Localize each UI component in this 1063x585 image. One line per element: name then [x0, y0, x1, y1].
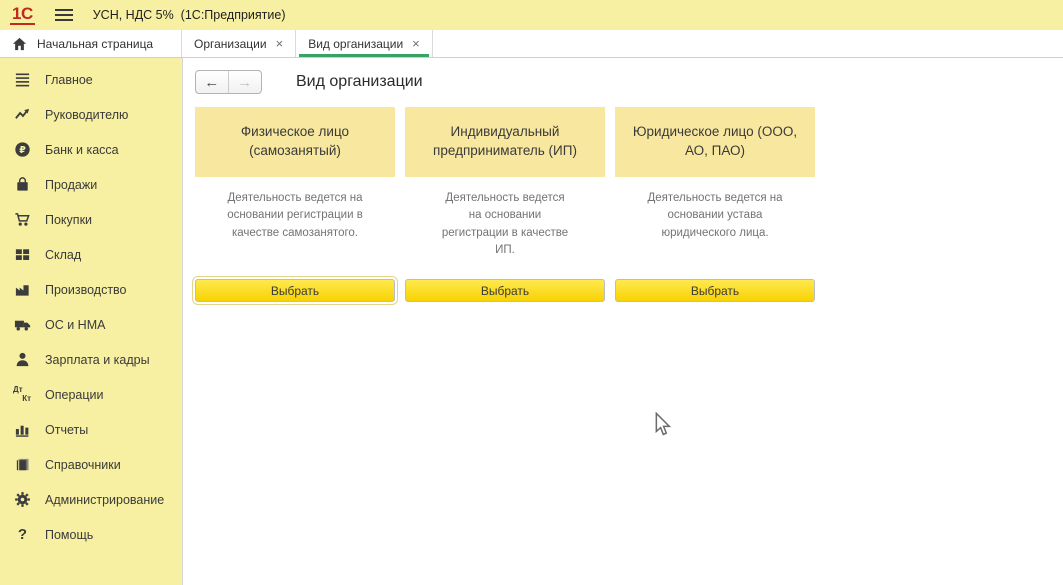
question-mark-icon: ?	[13, 525, 32, 544]
sidebar-item-production[interactable]: Производство	[0, 272, 182, 307]
card-title: Индивидуальный предприниматель (ИП)	[405, 107, 605, 177]
sidebar-item-main[interactable]: Главное	[0, 62, 182, 97]
forward-button[interactable]: →	[229, 71, 262, 93]
tab-label: Вид организации	[308, 37, 403, 51]
sidebar-item-label: Руководителю	[45, 108, 128, 122]
sidebar-item-warehouse[interactable]: Склад	[0, 237, 182, 272]
tab-label: Организации	[194, 37, 267, 51]
cart-icon	[13, 210, 32, 229]
select-self-employed-button[interactable]: Выбрать	[195, 279, 395, 302]
sidebar-item-help[interactable]: ? Помощь	[0, 517, 182, 552]
sidebar-item-administration[interactable]: Администрирование	[0, 482, 182, 517]
page-title: Вид организации	[296, 73, 423, 91]
select-entrepreneur-button[interactable]: Выбрать	[405, 279, 605, 302]
sidebar-item-label: Зарплата и кадры	[45, 353, 150, 367]
section-sidebar: Главное Руководителю ₽ Банк и касса	[0, 58, 183, 585]
title-bar: 1С УСН, НДС 5% (1С:Предприятие)	[0, 0, 1063, 30]
main-content: ← → Вид организации Физическое лицо (сам…	[183, 58, 1063, 585]
card-individual-entrepreneur: Индивидуальный предприниматель (ИП) Деят…	[405, 107, 605, 302]
sidebar-item-label: Главное	[45, 73, 93, 87]
back-button[interactable]: ←	[196, 71, 229, 93]
books-icon	[13, 455, 32, 474]
tab-organization-type[interactable]: Вид организации ×	[296, 30, 433, 57]
1c-logo: 1С	[10, 5, 35, 25]
card-title: Физическое лицо (самозанятый)	[195, 107, 395, 177]
select-legal-entity-button[interactable]: Выбрать	[615, 279, 815, 302]
gear-icon	[13, 490, 32, 509]
grid-icon	[13, 245, 32, 264]
sidebar-item-manager[interactable]: Руководителю	[0, 97, 182, 132]
close-tab-icon[interactable]: ×	[412, 37, 420, 50]
sidebar-item-label: Производство	[45, 283, 127, 297]
bag-icon	[13, 175, 32, 194]
card-title: Юридическое лицо (ООО, АО, ПАО)	[615, 107, 815, 177]
sidebar-item-reports[interactable]: Отчеты	[0, 412, 182, 447]
history-nav-group: ← →	[195, 70, 262, 94]
home-icon	[12, 37, 27, 51]
sidebar-item-sales[interactable]: Продажи	[0, 167, 182, 202]
card-description: Деятельность ведется на основании регист…	[195, 177, 395, 279]
sidebar-item-label: Операции	[45, 388, 103, 402]
close-tab-icon[interactable]: ×	[276, 37, 284, 50]
factory-icon	[13, 280, 32, 299]
sidebar-item-label: Склад	[45, 248, 81, 262]
sidebar-item-label: Помощь	[45, 528, 93, 542]
card-description: Деятельность ведется на основании регист…	[405, 177, 605, 279]
tab-bar: Начальная страница Организации × Вид орг…	[0, 30, 1063, 58]
sidebar-item-fixed-assets[interactable]: ОС и НМА	[0, 307, 182, 342]
sidebar-item-purchases[interactable]: Покупки	[0, 202, 182, 237]
main-menu-hamburger-icon[interactable]	[55, 6, 73, 24]
sidebar-item-label: Покупки	[45, 213, 92, 227]
sidebar-item-payroll-hr[interactable]: Зарплата и кадры	[0, 342, 182, 377]
card-legal-entity: Юридическое лицо (ООО, АО, ПАО) Деятельн…	[615, 107, 815, 302]
sidebar-item-label: Банк и касса	[45, 143, 119, 157]
bar-chart-icon	[13, 420, 32, 439]
card-individual-self-employed: Физическое лицо (самозанятый) Деятельнос…	[195, 107, 395, 302]
person-icon	[13, 350, 32, 369]
window-title: УСН, НДС 5% (1С:Предприятие)	[93, 8, 286, 22]
card-description: Деятельность ведется на основании устава…	[615, 177, 815, 279]
sidebar-item-label: Продажи	[45, 178, 97, 192]
organization-type-cards: Физическое лицо (самозанятый) Деятельнос…	[195, 107, 1063, 302]
svg-text:₽: ₽	[19, 145, 26, 156]
sidebar-item-label: Справочники	[45, 458, 121, 472]
sidebar-item-label: Администрирование	[45, 493, 164, 507]
ruble-circle-icon: ₽	[13, 140, 32, 159]
tab-label: Начальная страница	[37, 37, 153, 51]
tab-home-page[interactable]: Начальная страница	[0, 30, 182, 57]
trend-arrow-icon	[13, 105, 32, 124]
sidebar-item-label: Отчеты	[45, 423, 88, 437]
sidebar-item-operations[interactable]: Дт Кт Операции	[0, 377, 182, 412]
menu-lines-icon	[13, 70, 32, 89]
sidebar-item-label: ОС и НМА	[45, 318, 105, 332]
debit-credit-icon: Дт Кт	[13, 385, 32, 404]
sidebar-item-references[interactable]: Справочники	[0, 447, 182, 482]
sidebar-item-bank-cash[interactable]: ₽ Банк и касса	[0, 132, 182, 167]
truck-icon	[13, 315, 32, 334]
tab-organizations[interactable]: Организации ×	[182, 30, 296, 57]
